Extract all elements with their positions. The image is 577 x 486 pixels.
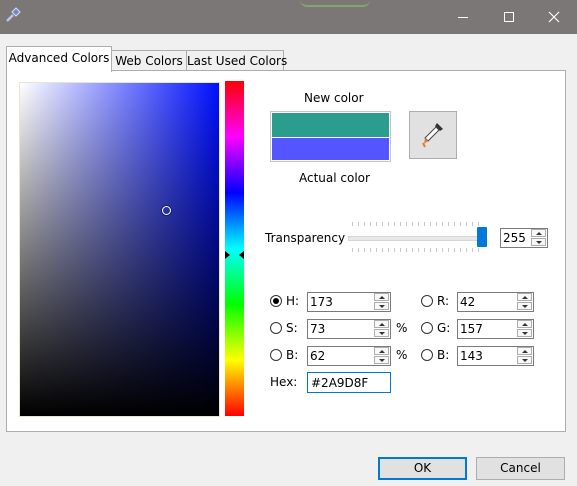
b-stepper[interactable]: 62 (307, 346, 391, 366)
hue-arrow-right-icon[interactable] (239, 251, 244, 259)
blue-label: B: (437, 348, 450, 362)
r-stepper[interactable]: 42 (457, 292, 534, 312)
blue-stepper[interactable]: 143 (457, 346, 534, 366)
maximize-icon (504, 12, 514, 22)
spin-up-icon[interactable] (517, 347, 532, 355)
g-stepper[interactable]: 157 (457, 319, 534, 339)
spin-up-icon[interactable] (517, 293, 532, 301)
eyedropper-button[interactable] (409, 111, 457, 159)
b-radio[interactable] (270, 349, 282, 361)
eyedropper-icon (422, 123, 443, 148)
new-color-swatch (272, 113, 389, 137)
color-picker-app-icon (6, 7, 21, 22)
spin-up-icon[interactable] (374, 293, 389, 301)
hex-label: Hex: (270, 375, 298, 389)
spin-up-icon[interactable] (374, 320, 389, 328)
transparency-track[interactable] (348, 236, 487, 241)
ok-button[interactable]: OK (378, 457, 467, 480)
hue-arrow-left-icon[interactable] (225, 251, 230, 259)
close-button[interactable] (531, 0, 577, 34)
r-label: R: (437, 294, 450, 308)
spin-down-icon[interactable] (517, 302, 532, 310)
s-percent: % (396, 321, 408, 335)
minimize-icon (458, 17, 468, 18)
hue-slider[interactable] (225, 81, 244, 416)
title-bar (0, 0, 577, 34)
tab-web-colors[interactable]: Web Colors (110, 50, 188, 71)
actual-color-label: Actual color (299, 171, 370, 185)
new-color-label: New color (304, 91, 364, 105)
h-radio[interactable] (270, 295, 282, 307)
background-window-peek (300, 0, 370, 7)
r-radio[interactable] (421, 295, 433, 307)
slider-ticks-top (352, 222, 484, 226)
h-label: H: (286, 294, 300, 308)
color-preview (270, 111, 391, 162)
blue-radio[interactable] (421, 349, 433, 361)
transparency-stepper[interactable]: 255 (500, 228, 548, 248)
color-marker[interactable] (162, 206, 171, 215)
g-radio[interactable] (421, 322, 433, 334)
g-label: G: (437, 321, 451, 335)
s-label: S: (286, 321, 298, 335)
spin-down-icon[interactable] (517, 356, 532, 364)
spin-down-icon[interactable] (531, 238, 546, 246)
transparency-label: Transparency (265, 231, 346, 245)
spin-up-icon[interactable] (531, 229, 546, 237)
b-label: B: (286, 348, 299, 362)
saturation-brightness-area[interactable] (19, 82, 220, 417)
s-radio[interactable] (270, 322, 282, 334)
h-stepper[interactable]: 173 (307, 292, 391, 312)
hex-input[interactable]: #2A9D8F (307, 372, 391, 393)
spin-up-icon[interactable] (517, 320, 532, 328)
actual-color-swatch (272, 138, 389, 160)
s-stepper[interactable]: 73 (307, 319, 391, 339)
spin-down-icon[interactable] (374, 302, 389, 310)
tab-last-used-colors[interactable]: Last Used Colors (186, 50, 287, 71)
b-percent: % (396, 348, 408, 362)
spin-down-icon[interactable] (374, 356, 389, 364)
spin-up-icon[interactable] (374, 347, 389, 355)
close-icon (548, 11, 560, 23)
cancel-button[interactable]: Cancel (476, 457, 565, 480)
minimize-button[interactable] (440, 0, 486, 34)
spin-down-icon[interactable] (374, 329, 389, 337)
transparency-slider-thumb[interactable] (477, 227, 487, 247)
maximize-button[interactable] (486, 0, 532, 34)
tab-advanced-colors[interactable]: Advanced Colors (6, 46, 112, 72)
spin-down-icon[interactable] (517, 329, 532, 337)
slider-ticks-bottom (352, 248, 484, 252)
